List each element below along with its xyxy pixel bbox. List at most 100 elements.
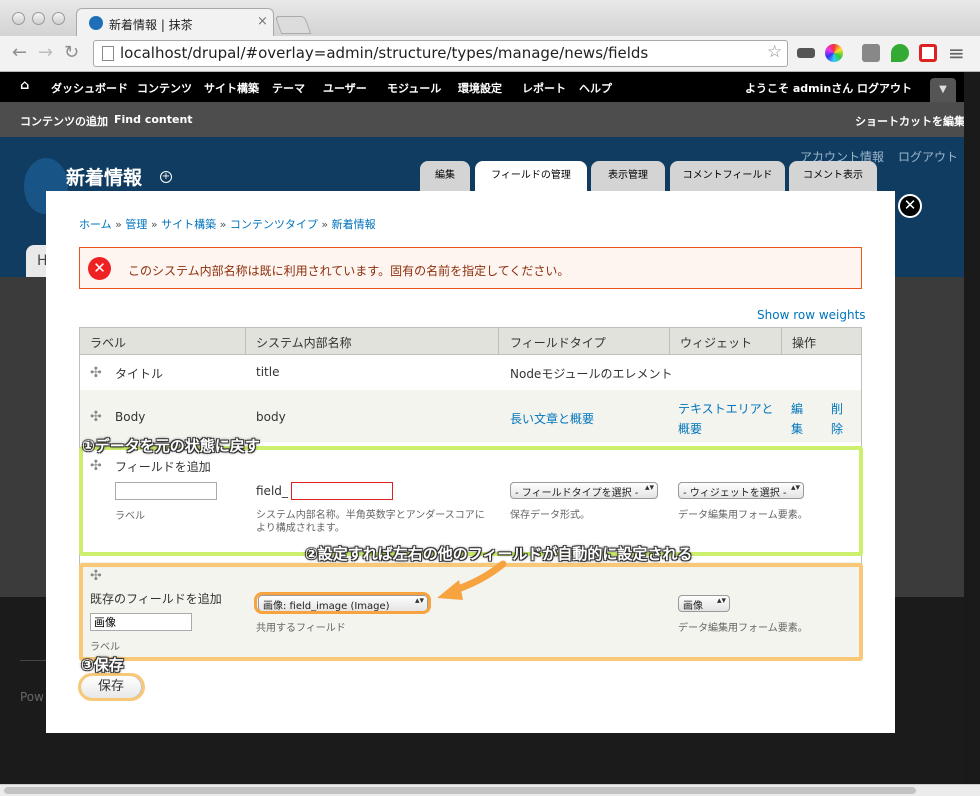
shortcut-bar: コンテンツの追加 Find content ショートカットを編集 xyxy=(0,102,980,137)
page-icon xyxy=(102,46,114,61)
page-title: 新着情報 xyxy=(66,167,143,189)
browser-titlebar: 新着情報 | 抹茶 × xyxy=(0,0,980,38)
row-label: タイトル xyxy=(115,367,164,381)
menu-icon[interactable]: ≡ xyxy=(948,41,965,65)
edit-link[interactable]: 編 xyxy=(791,400,803,417)
minimize-window-button[interactable] xyxy=(32,12,45,25)
tab-close-icon[interactable]: × xyxy=(257,14,268,29)
header-machine-name: システム内部名称 xyxy=(256,336,352,350)
tab-title: 新着情報 | 抹茶 xyxy=(109,18,193,32)
row-label: Body xyxy=(115,410,146,424)
annotation-highlight-new-field xyxy=(79,446,863,556)
reload-icon[interactable]: ↻ xyxy=(64,42,79,63)
delete-link[interactable]: 削 xyxy=(831,400,843,417)
column-separator xyxy=(669,328,670,355)
breadcrumb-separator: » xyxy=(147,218,162,231)
horizontal-scrollbar[interactable] xyxy=(0,784,980,796)
menu-content[interactable]: コンテンツ xyxy=(137,80,192,96)
show-row-weights-link[interactable]: Show row weights xyxy=(757,308,866,322)
menu-help[interactable]: ヘルプ xyxy=(579,80,612,96)
tab-comment-fields[interactable]: コメントフィールド xyxy=(670,161,785,191)
header-field-type: フィールドタイプ xyxy=(510,336,606,350)
row-machine-name: title xyxy=(256,365,280,379)
field-type-link[interactable]: 長い文章と概要 xyxy=(510,410,594,427)
column-separator xyxy=(245,328,246,355)
error-message-box: ✕ このシステム内部名称は既に利用されています。固有の名前を指定してください。 xyxy=(79,247,862,289)
color-picker-extension-icon[interactable] xyxy=(825,44,843,62)
shortcut-add-content[interactable]: コンテンツの追加 xyxy=(20,113,108,129)
header-label: ラベル xyxy=(90,336,127,350)
annotation-highlight-save xyxy=(78,673,145,701)
edit-shortcuts-link[interactable]: ショートカットを編集 xyxy=(855,113,965,129)
breadcrumb-separator: » xyxy=(317,218,332,231)
tab-edit[interactable]: 編集 xyxy=(420,161,470,191)
breadcrumb-separator: » xyxy=(111,218,126,231)
menu-reports[interactable]: レポート xyxy=(522,80,566,96)
drag-handle-icon[interactable]: ✣ xyxy=(90,409,102,425)
breadcrumb-separator: » xyxy=(216,218,230,231)
row-machine-name: body xyxy=(256,410,286,424)
scrollbar-thumb[interactable] xyxy=(4,787,916,794)
breadcrumb-news[interactable]: 新着情報 xyxy=(332,218,376,231)
delete-link-line2[interactable]: 除 xyxy=(831,420,843,437)
address-bar[interactable]: localhost/drupal/#overlay=admin/structur… xyxy=(93,40,788,67)
zoom-window-button[interactable] xyxy=(52,12,65,25)
bookmark-star-icon[interactable]: ☆ xyxy=(767,42,782,62)
error-icon: ✕ xyxy=(88,257,111,280)
annotation-arrow-icon xyxy=(437,560,507,600)
admin-toolbar: ⌂ ダッシュボード コンテンツ サイト構築 テーマ ユーザー モジュール 環境設… xyxy=(0,72,980,102)
drupal-favicon-icon xyxy=(89,16,103,30)
annotation-step1: ①データを元の状態に戻す xyxy=(82,437,260,455)
back-arrow-icon[interactable]: ← xyxy=(12,42,27,63)
menu-modules[interactable]: モジュール xyxy=(387,80,441,96)
breadcrumb: ホーム » 管理 » サイト構築 » コンテンツタイプ » 新着情報 xyxy=(79,216,376,232)
menu-theme[interactable]: テーマ xyxy=(272,80,305,96)
welcome-user-link[interactable]: ようこそ adminさん xyxy=(745,80,853,96)
drag-handle-icon[interactable]: ✣ xyxy=(90,365,102,381)
gmail-extension-icon[interactable] xyxy=(919,44,937,62)
widget-link[interactable]: テキストエリアと xyxy=(678,400,773,417)
shortcut-find-content[interactable]: Find content xyxy=(114,113,193,126)
breadcrumb-content-types[interactable]: コンテンツタイプ xyxy=(230,218,318,231)
table-header: ラベル システム内部名称 フィールドタイプ ウィジェット 操作 xyxy=(80,328,861,355)
browser-toolbar: ← → ↻ localhost/drupal/#overlay=admin/st… xyxy=(0,36,980,72)
logout-link[interactable]: ログアウト xyxy=(857,80,912,96)
shortcut-drawer-toggle-icon[interactable]: ▼ xyxy=(930,78,956,102)
menu-config[interactable]: 環境設定 xyxy=(458,80,502,96)
breadcrumb-home[interactable]: ホーム xyxy=(79,218,112,231)
tab-manage-display[interactable]: 表示管理 xyxy=(591,161,665,191)
home-icon[interactable]: ⌂ xyxy=(20,78,29,93)
incognito-extension-icon[interactable] xyxy=(797,48,815,58)
page-logout-link[interactable]: ログアウト xyxy=(898,150,958,164)
column-separator xyxy=(781,328,782,355)
menu-structure[interactable]: サイト構築 xyxy=(204,80,259,96)
header-widget: ウィジェット xyxy=(680,336,753,350)
edit-link-line2[interactable]: 集 xyxy=(791,420,803,437)
url-text[interactable]: localhost/drupal/#overlay=admin/structur… xyxy=(120,44,648,62)
breadcrumb-admin[interactable]: 管理 xyxy=(125,218,147,231)
annotation-step3: ③保存 xyxy=(81,656,124,674)
header-operations: 操作 xyxy=(792,336,817,350)
forward-arrow-icon[interactable]: → xyxy=(38,42,53,63)
divider xyxy=(20,660,48,661)
add-shortcut-icon[interactable]: + xyxy=(160,171,172,183)
error-message: このシステム内部名称は既に利用されています。固有の名前を指定してください。 xyxy=(128,264,570,278)
annotation-highlight-select xyxy=(254,592,431,614)
new-tab-button[interactable] xyxy=(274,16,312,34)
breadcrumb-structure[interactable]: サイト構築 xyxy=(161,218,216,231)
table-row: ✣ タイトル title Nodeモジュールのエレメント xyxy=(80,356,861,390)
row-field-type: Nodeモジュールのエレメント xyxy=(510,367,673,381)
widget-link-line2[interactable]: 概要 xyxy=(678,420,702,437)
browser-tab[interactable]: 新着情報 | 抹茶 × xyxy=(76,8,274,38)
close-window-button[interactable] xyxy=(12,12,25,25)
tab-manage-fields[interactable]: フィールドの管理 xyxy=(475,161,587,193)
cat-extension-icon[interactable] xyxy=(862,44,880,62)
evernote-extension-icon[interactable] xyxy=(891,44,909,62)
menu-dashboard[interactable]: ダッシュボード xyxy=(51,80,128,96)
menu-users[interactable]: ユーザー xyxy=(323,80,367,96)
vertical-scrollbar[interactable] xyxy=(964,72,980,786)
powered-by-text: Pow xyxy=(20,690,44,704)
column-separator xyxy=(498,328,499,355)
tab-comment-display[interactable]: コメント表示 xyxy=(789,161,877,191)
close-icon[interactable]: ✕ xyxy=(898,194,922,218)
